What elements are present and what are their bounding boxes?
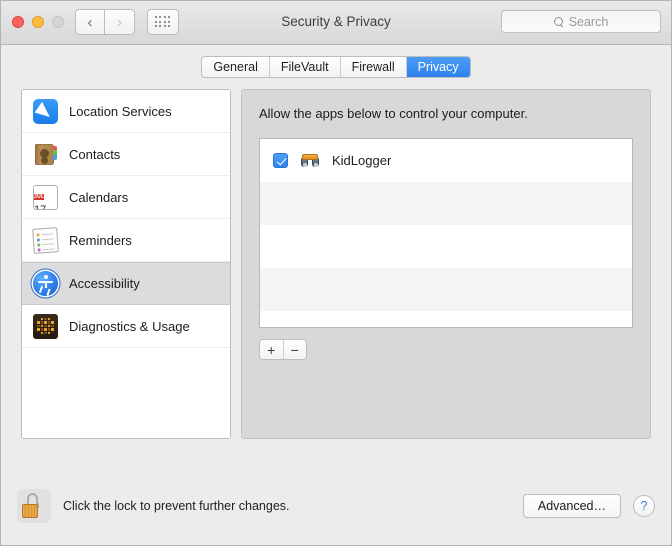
- table-row[interactable]: KidLogger: [260, 139, 632, 182]
- lock-message: Click the lock to prevent further change…: [63, 499, 290, 513]
- remove-app-button[interactable]: −: [283, 340, 306, 359]
- sidebar-item-label: Calendars: [69, 189, 129, 205]
- sidebar-item-label: Diagnostics & Usage: [69, 318, 190, 334]
- pane-description: Allow the apps below to control your com…: [259, 106, 528, 121]
- sidebar-item-label: Reminders: [69, 232, 132, 248]
- diagnostics-icon: [33, 313, 58, 339]
- add-remove-button-group: + −: [259, 339, 307, 360]
- advanced-button[interactable]: Advanced…: [522, 494, 621, 518]
- app-enabled-checkbox[interactable]: [273, 153, 288, 168]
- contacts-icon: [33, 142, 58, 167]
- tab-group: General FileVault Firewall Privacy: [201, 56, 471, 78]
- sidebar-item-label: Contacts: [69, 146, 121, 162]
- allowed-apps-list[interactable]: KidLogger: [259, 138, 633, 328]
- footer-bar: Click the lock to prevent further change…: [1, 467, 671, 545]
- privacy-category-list[interactable]: Location Services Contacts JUL 17 Calend…: [21, 89, 231, 439]
- sidebar-item-location-services[interactable]: Location Services: [22, 90, 230, 133]
- add-app-button[interactable]: +: [260, 340, 284, 359]
- search-input[interactable]: Search: [501, 10, 661, 33]
- sidebar-item-contacts[interactable]: Contacts: [22, 133, 230, 176]
- location-services-icon: [33, 98, 58, 124]
- table-row-empty: [260, 182, 632, 225]
- app-name-label: KidLogger: [332, 153, 392, 168]
- search-placeholder: Search: [568, 14, 609, 29]
- sidebar-item-diagnostics-usage[interactable]: Diagnostics & Usage: [22, 305, 230, 348]
- unlocked-padlock-icon[interactable]: [17, 489, 51, 523]
- sidebar-item-label: Location Services: [69, 103, 172, 119]
- table-row-empty: [260, 311, 632, 327]
- titlebar: ‹ › Security & Privacy Search: [1, 1, 671, 45]
- accessibility-pane: Allow the apps below to control your com…: [241, 89, 651, 439]
- tab-bar: General FileVault Firewall Privacy: [1, 45, 671, 89]
- table-row-empty: [260, 268, 632, 311]
- binoculars-icon: [301, 153, 319, 168]
- sidebar-item-accessibility[interactable]: Accessibility: [22, 262, 230, 305]
- table-row-empty: [260, 225, 632, 268]
- search-icon: [553, 16, 564, 27]
- sidebar-item-calendars[interactable]: JUL 17 Calendars: [22, 176, 230, 219]
- sidebar-item-label: Accessibility: [69, 276, 140, 291]
- sidebar-item-reminders[interactable]: Reminders: [22, 219, 230, 262]
- calendar-month: JUL: [34, 193, 45, 200]
- calendar-day: 17: [34, 203, 47, 210]
- security-privacy-window: ‹ › Security & Privacy Search General Fi…: [0, 0, 672, 546]
- content-area: Location Services Contacts JUL 17 Calend…: [1, 89, 671, 467]
- calendars-icon: JUL 17: [33, 184, 58, 210]
- help-button[interactable]: ?: [633, 495, 655, 517]
- panes: Location Services Contacts JUL 17 Calend…: [21, 89, 651, 439]
- accessibility-icon: [33, 271, 58, 296]
- tab-general[interactable]: General: [202, 57, 270, 77]
- tab-filevault[interactable]: FileVault: [269, 57, 341, 77]
- reminders-icon: [32, 226, 59, 254]
- tab-firewall[interactable]: Firewall: [340, 57, 407, 77]
- tab-privacy[interactable]: Privacy: [406, 57, 470, 77]
